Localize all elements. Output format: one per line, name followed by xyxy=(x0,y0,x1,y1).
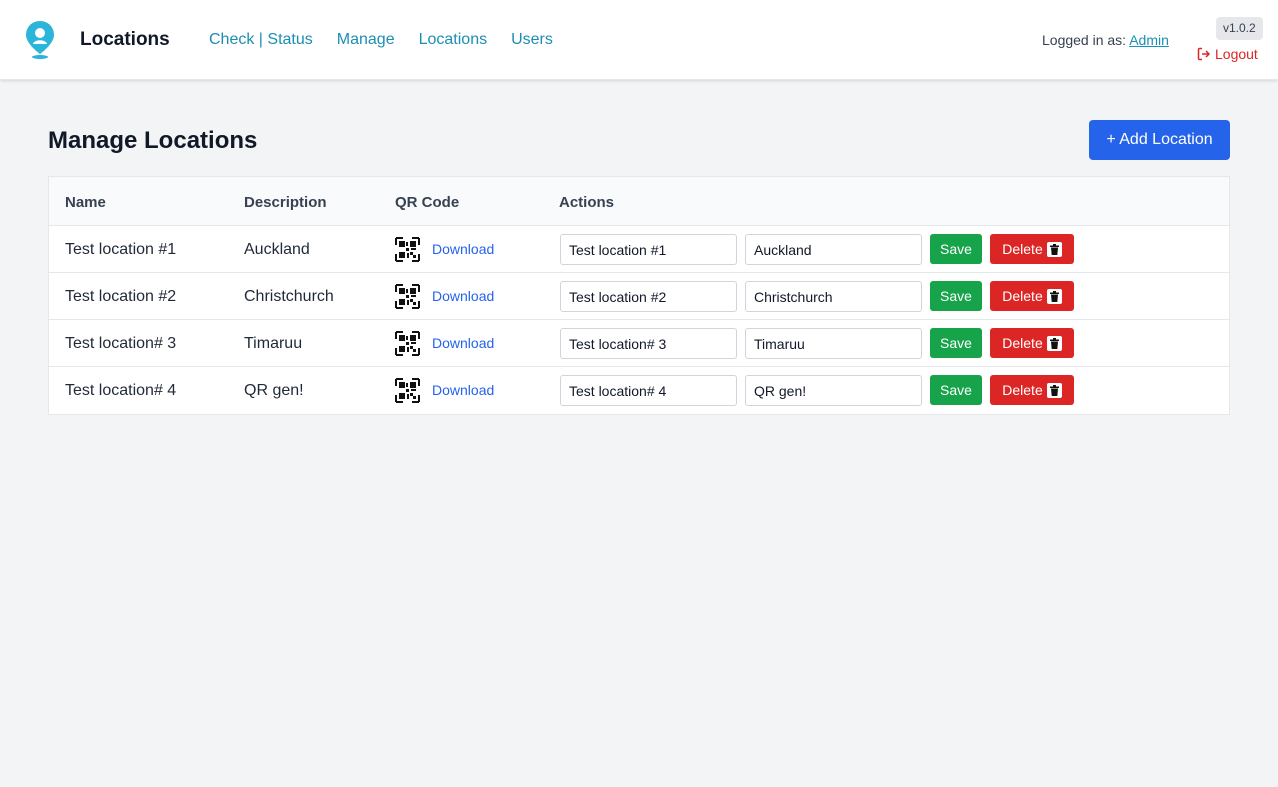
location-description: Auckland xyxy=(244,241,310,258)
save-button[interactable]: Save xyxy=(930,281,982,311)
logout-link[interactable]: Logout xyxy=(1197,46,1258,62)
logged-in-label: Logged in as: xyxy=(1042,32,1127,48)
table-header: Name Description QR Code Actions xyxy=(49,177,1229,226)
version-badge: v1.0.2 xyxy=(1216,17,1263,40)
location-name: Test location #1 xyxy=(65,241,177,258)
delete-label: Delete xyxy=(1002,241,1043,257)
location-name: Test location# 3 xyxy=(65,335,177,352)
qr-code-icon[interactable] xyxy=(395,284,420,309)
delete-label: Delete xyxy=(1002,335,1043,351)
table-row: Test location# 4 QR gen! Download Save D… xyxy=(49,367,1229,414)
trash-icon xyxy=(1046,382,1062,398)
location-name: Test location #2 xyxy=(65,288,177,305)
delete-button[interactable]: Delete xyxy=(990,234,1074,264)
location-name: Test location# 4 xyxy=(65,382,177,399)
nav-check-status[interactable]: Check | Status xyxy=(209,31,313,49)
description-input[interactable] xyxy=(745,328,922,359)
name-input[interactable] xyxy=(560,281,737,312)
delete-button[interactable]: Delete xyxy=(990,281,1074,311)
logout-label: Logout xyxy=(1215,46,1258,62)
add-location-button[interactable]: + Add Location xyxy=(1089,120,1230,160)
delete-button[interactable]: Delete xyxy=(990,375,1074,405)
locations-table: Name Description QR Code Actions Test lo… xyxy=(48,176,1230,415)
page-title: Manage Locations xyxy=(48,127,258,154)
app-title: Locations xyxy=(80,29,170,50)
nav-users[interactable]: Users xyxy=(511,31,553,49)
delete-label: Delete xyxy=(1002,382,1043,398)
top-navbar: Locations Check | Status Manage Location… xyxy=(0,0,1278,80)
download-qr-link[interactable]: Download xyxy=(432,241,494,257)
main-nav: Check | Status Manage Locations Users xyxy=(209,31,553,49)
nav-manage[interactable]: Manage xyxy=(337,31,395,49)
location-description: Christchurch xyxy=(244,288,334,305)
description-input[interactable] xyxy=(745,375,922,406)
table-row: Test location #1 Auckland Download Save … xyxy=(49,226,1229,273)
description-input[interactable] xyxy=(745,281,922,312)
table-row: Test location# 3 Timaruu Download Save D… xyxy=(49,320,1229,367)
logged-in-info: Logged in as: Admin xyxy=(1042,32,1169,48)
column-name: Name xyxy=(65,194,106,211)
qr-code-icon[interactable] xyxy=(395,331,420,356)
nav-locations[interactable]: Locations xyxy=(419,31,488,49)
location-pin-icon[interactable] xyxy=(24,20,56,60)
save-button[interactable]: Save xyxy=(930,328,982,358)
download-qr-link[interactable]: Download xyxy=(432,335,494,351)
qr-code-icon[interactable] xyxy=(395,378,420,403)
save-button[interactable]: Save xyxy=(930,375,982,405)
user-link[interactable]: Admin xyxy=(1129,32,1169,48)
download-qr-link[interactable]: Download xyxy=(432,288,494,304)
location-description: Timaruu xyxy=(244,335,303,352)
download-qr-link[interactable]: Download xyxy=(432,382,494,398)
column-actions: Actions xyxy=(559,194,615,211)
column-qr-code: QR Code xyxy=(395,194,460,211)
qr-code-icon[interactable] xyxy=(395,237,420,262)
description-input[interactable] xyxy=(745,234,922,265)
trash-icon xyxy=(1046,241,1062,257)
delete-button[interactable]: Delete xyxy=(990,328,1074,358)
delete-label: Delete xyxy=(1002,288,1043,304)
name-input[interactable] xyxy=(560,375,737,406)
table-row: Test location #2 Christchurch Download S… xyxy=(49,273,1229,320)
trash-icon xyxy=(1046,335,1062,351)
save-button[interactable]: Save xyxy=(930,234,982,264)
logout-icon xyxy=(1197,47,1211,61)
trash-icon xyxy=(1046,288,1062,304)
name-input[interactable] xyxy=(560,328,737,359)
column-description: Description xyxy=(244,194,327,211)
location-description: QR gen! xyxy=(244,382,304,399)
name-input[interactable] xyxy=(560,234,737,265)
